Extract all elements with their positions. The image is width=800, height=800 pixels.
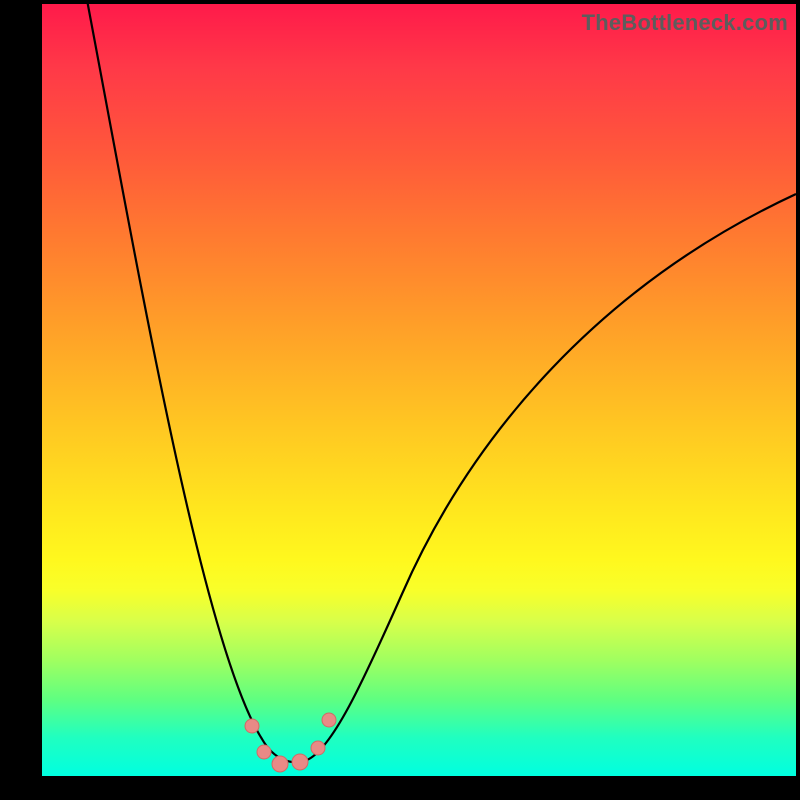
curve-marker: [292, 754, 308, 770]
curve-marker: [257, 745, 271, 759]
curve-marker: [245, 719, 259, 733]
markers: [245, 713, 336, 772]
bottleneck-curve: [84, 4, 796, 762]
curve-layer: [42, 4, 796, 776]
chart-frame: TheBottleneck.com: [0, 0, 800, 800]
curve-marker: [272, 756, 288, 772]
plot-area: TheBottleneck.com: [42, 4, 796, 776]
curve-marker: [322, 713, 336, 727]
curve-marker: [311, 741, 325, 755]
